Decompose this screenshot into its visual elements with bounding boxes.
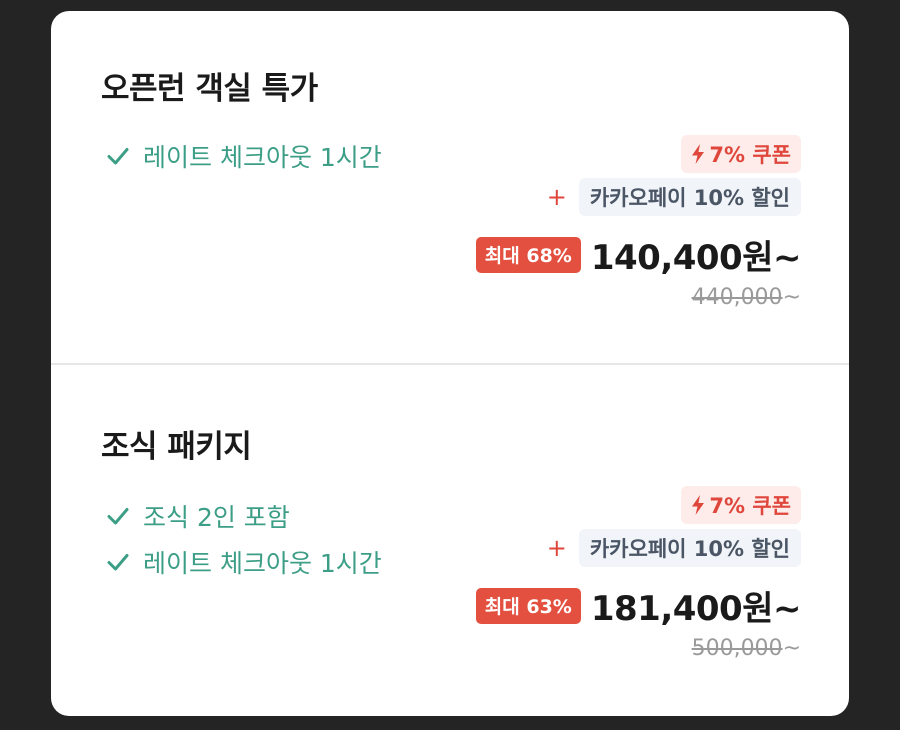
kakao-pay-badge: 카카오페이 10% 할인 xyxy=(578,529,801,567)
original-price-value: 500,000 xyxy=(691,636,783,661)
feature-item: 레이트 체크아웃 1시간 xyxy=(105,539,382,585)
coupon-label: 7% 쿠폰 xyxy=(709,143,791,167)
max-discount-badge: 최대 68% xyxy=(475,236,581,273)
sale-price: 140,400원~ xyxy=(590,238,802,278)
offer-open-run-room-deal[interactable]: 오픈런 객실 특가 레이트 체크아웃 1시간 7% 쿠폰 + 카카오페이 10%… xyxy=(51,11,849,363)
original-price: 500,000~ xyxy=(692,636,801,661)
feature-label: 레이트 체크아웃 1시간 xyxy=(143,143,382,172)
original-price: 440,000~ xyxy=(692,285,801,310)
plus-icon: + xyxy=(546,534,567,562)
offer-breakfast-package[interactable]: 조식 패키지 조식 2인 포함 레이트 체크아웃 1시간 7% 쿠폰 + 카카오… xyxy=(51,365,849,716)
check-icon xyxy=(105,549,131,575)
original-price-suffix: ~ xyxy=(782,285,801,310)
offer-title: 오픈런 객실 특가 xyxy=(101,71,318,107)
feature-item: 레이트 체크아웃 1시간 xyxy=(105,133,382,179)
offer-title: 조식 패키지 xyxy=(101,429,252,465)
lightning-bolt-icon xyxy=(689,494,707,516)
price-row: 최대 68% 140,400원~ xyxy=(475,230,802,279)
price-row: 최대 63% 181,400원~ xyxy=(475,581,802,630)
feature-label: 조식 2인 포함 xyxy=(143,503,290,532)
original-price-value: 440,000 xyxy=(691,285,783,310)
coupon-badge: 7% 쿠폰 xyxy=(681,486,801,524)
pricing-block: 7% 쿠폰 + 카카오페이 10% 할인 최대 63% 181,400원~ 50… xyxy=(475,486,802,661)
original-price-suffix: ~ xyxy=(782,636,801,661)
pricing-block: 7% 쿠폰 + 카카오페이 10% 할인 최대 68% 140,400원~ 44… xyxy=(475,135,802,310)
room-offers-card: 오픈런 객실 특가 레이트 체크아웃 1시간 7% 쿠폰 + 카카오페이 10%… xyxy=(51,11,849,716)
coupon-badge: 7% 쿠폰 xyxy=(681,135,801,173)
feature-item: 조식 2인 포함 xyxy=(105,493,382,539)
feature-label: 레이트 체크아웃 1시간 xyxy=(143,549,382,578)
feature-list: 조식 2인 포함 레이트 체크아웃 1시간 xyxy=(105,493,382,585)
max-discount-badge: 최대 63% xyxy=(475,587,581,624)
check-icon xyxy=(105,503,131,529)
kakao-discount-row: + 카카오페이 10% 할인 xyxy=(547,178,801,216)
lightning-bolt-icon xyxy=(689,143,707,165)
sale-price: 181,400원~ xyxy=(590,589,802,629)
kakao-discount-row: + 카카오페이 10% 할인 xyxy=(547,529,801,567)
kakao-pay-badge: 카카오페이 10% 할인 xyxy=(578,178,801,216)
check-icon xyxy=(105,143,131,169)
coupon-label: 7% 쿠폰 xyxy=(709,494,791,518)
plus-icon: + xyxy=(546,183,567,211)
feature-list: 레이트 체크아웃 1시간 xyxy=(105,133,382,179)
